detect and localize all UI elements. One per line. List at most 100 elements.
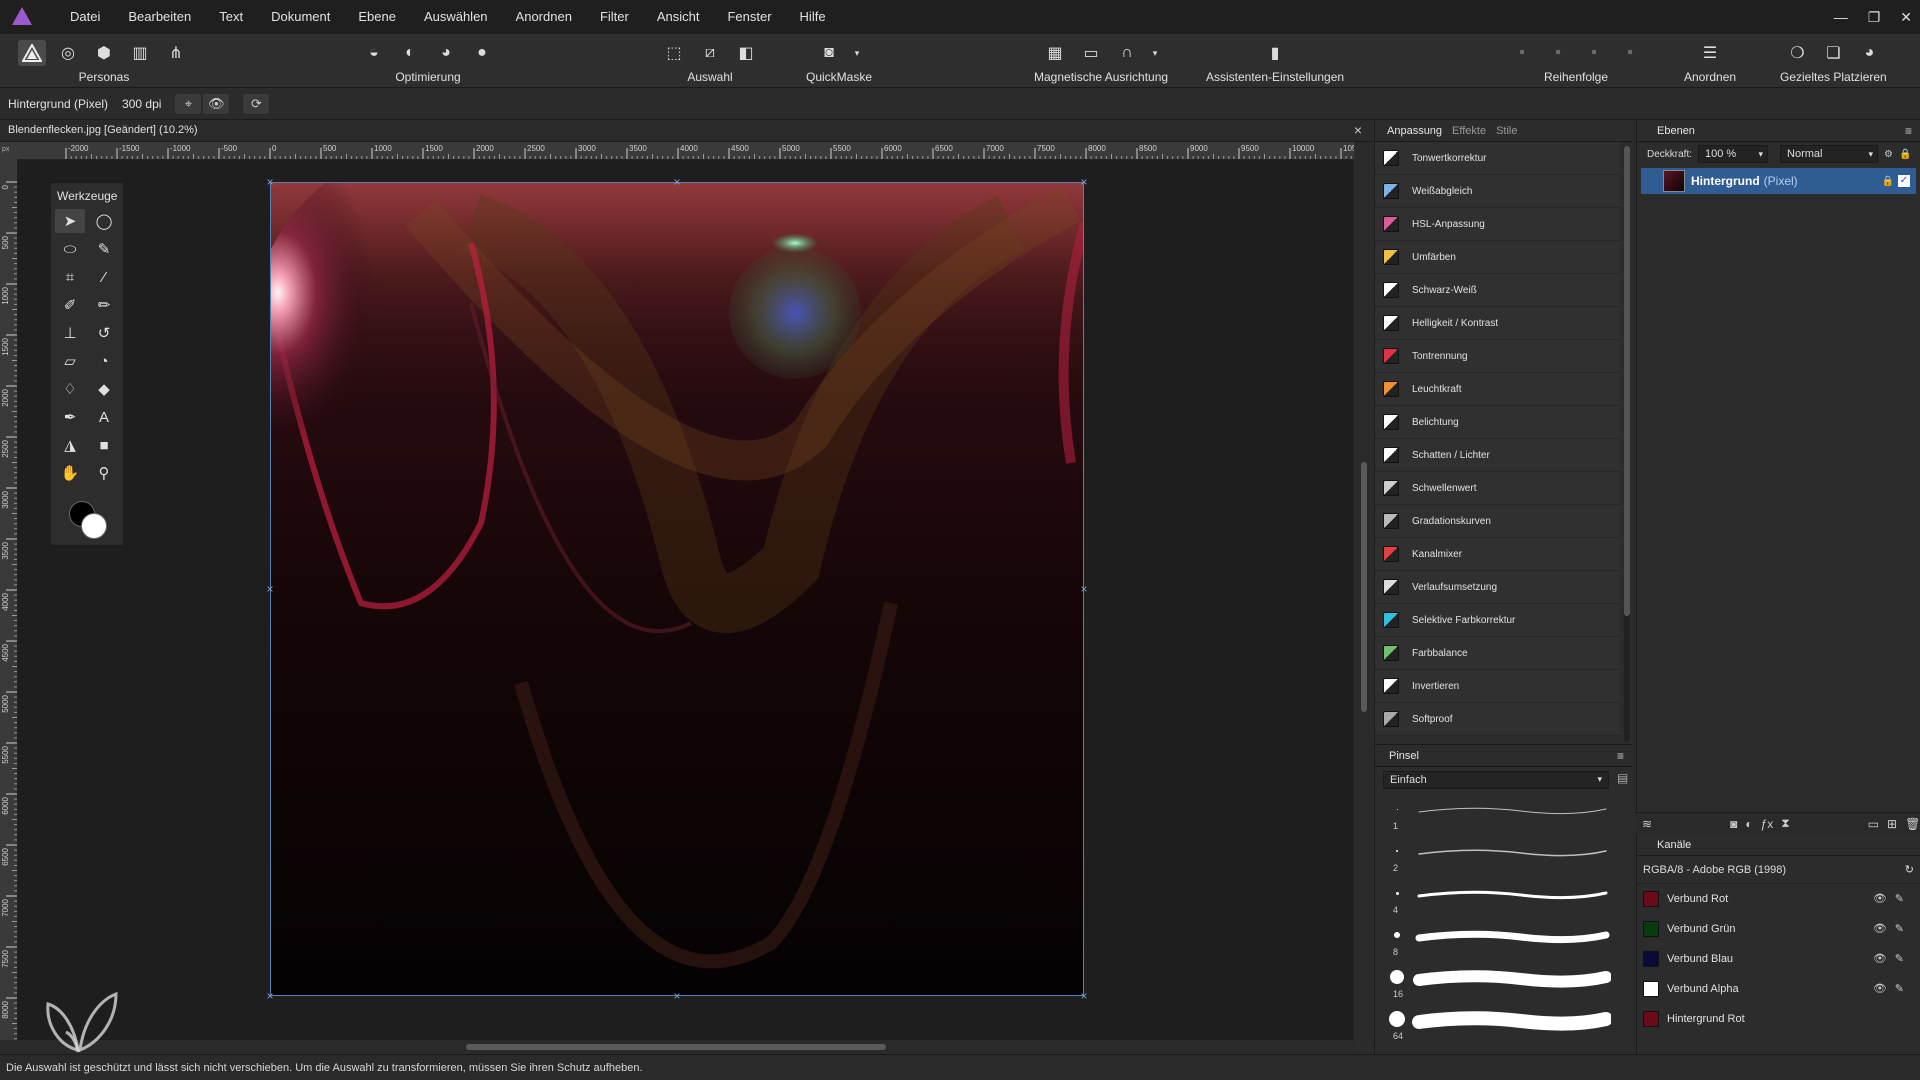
- close-window-icon[interactable]: ✕: [1900, 9, 1912, 26]
- clone-brush-icon[interactable]: ⊥: [55, 321, 85, 345]
- canvas-scrollbar-horizontal[interactable]: [0, 1040, 1356, 1054]
- auto-white-balance-icon[interactable]: ●: [468, 40, 496, 66]
- selection-handle-w[interactable]: ×: [266, 583, 274, 595]
- edit-pen-icon[interactable]: ✎: [1895, 892, 1904, 905]
- brush-list-icon[interactable]: ▤: [1617, 771, 1628, 785]
- adjustment-item[interactable]: Helligkeit / Kontrast: [1375, 307, 1620, 340]
- order-backward-icon[interactable]: ▪: [1544, 40, 1572, 66]
- layer-row-hintergrund[interactable]: Hintergrund (Pixel) 🔒 ✓: [1641, 168, 1916, 194]
- eye-icon[interactable]: 👁: [1873, 892, 1887, 905]
- scroll-thumb-v[interactable]: [1361, 462, 1367, 712]
- menu-filter[interactable]: Filter: [586, 0, 643, 34]
- quickmask-dropdown-icon[interactable]: ▾: [851, 40, 863, 66]
- assistant-icon[interactable]: ▮: [1261, 40, 1289, 66]
- selection-handle-nw[interactable]: ×: [266, 176, 274, 188]
- color-swatches[interactable]: [51, 495, 123, 545]
- adjustment-layer-icon[interactable]: ◐: [1745, 817, 1752, 831]
- document-image[interactable]: [270, 182, 1084, 996]
- canvas-scrollbar-vertical[interactable]: [1356, 142, 1372, 1040]
- adjustment-item[interactable]: Softproof: [1375, 703, 1620, 736]
- snapping-align-icon[interactable]: ▭: [1077, 40, 1105, 66]
- eye-icon[interactable]: 👁: [1873, 922, 1887, 935]
- selection-handle-s[interactable]: ×: [673, 990, 681, 1002]
- adjustment-item[interactable]: Farbbalance: [1375, 637, 1620, 670]
- menu-ansicht[interactable]: Ansicht: [643, 0, 714, 34]
- menu-fenster[interactable]: Fenster: [713, 0, 785, 34]
- selection-handle-ne[interactable]: ×: [1080, 176, 1088, 188]
- close-document-icon[interactable]: ×: [1354, 122, 1362, 138]
- scroll-thumb-h[interactable]: [466, 1044, 886, 1050]
- adjustment-item[interactable]: Kanalmixer: [1375, 538, 1620, 571]
- edit-pen-icon[interactable]: ✎: [1895, 982, 1904, 995]
- brush-preset[interactable]: 64: [1375, 1007, 1632, 1049]
- smudge-icon[interactable]: ♢: [55, 377, 85, 401]
- secondary-color-swatch[interactable]: [81, 513, 107, 539]
- blur-brush-icon[interactable]: ◆: [89, 377, 119, 401]
- adjustments-scroll-thumb[interactable]: [1624, 146, 1630, 616]
- tab-stile[interactable]: Stile: [1496, 125, 1517, 137]
- order-back-icon[interactable]: ▪: [1508, 40, 1536, 66]
- opacity-field[interactable]: 100 % ▾: [1698, 145, 1769, 163]
- hide-selection-icon[interactable]: 👁: [203, 93, 230, 114]
- snapping-grid-icon[interactable]: ▦: [1041, 40, 1069, 66]
- restore-icon[interactable]: ❐: [1868, 9, 1881, 26]
- adjustment-item[interactable]: Tontrennung: [1375, 340, 1620, 373]
- eraser-icon[interactable]: ▱: [55, 349, 85, 373]
- menu-bearbeiten[interactable]: Bearbeiten: [114, 0, 205, 34]
- magnet-icon[interactable]: ∩: [1113, 40, 1141, 66]
- mask-layer-icon[interactable]: ◙: [1730, 817, 1737, 831]
- menu-ebene[interactable]: Ebene: [344, 0, 410, 34]
- dodge-brush-icon[interactable]: ◔: [89, 349, 119, 373]
- adjustments-scrollbar[interactable]: [1624, 146, 1630, 742]
- menu-anordnen[interactable]: Anordnen: [502, 0, 586, 34]
- layer-lock-icon[interactable]: 🔒: [1882, 176, 1894, 187]
- order-front-icon[interactable]: ▪: [1616, 40, 1644, 66]
- auto-contrast-icon[interactable]: ◐: [396, 40, 424, 66]
- paint-brush-icon[interactable]: ✐: [55, 293, 85, 317]
- select-all-icon[interactable]: ⬚: [660, 40, 688, 66]
- insert-top-icon[interactable]: ❏: [1819, 40, 1847, 66]
- channel-row[interactable]: Verbund Rot 👁 ✎: [1637, 884, 1920, 914]
- magnet-dropdown-icon[interactable]: ▾: [1149, 40, 1161, 66]
- hand-tool-icon[interactable]: ✋: [55, 461, 85, 485]
- adjustment-item[interactable]: Gradationskurven: [1375, 505, 1620, 538]
- transform-origin-icon[interactable]: ⌖: [175, 93, 202, 114]
- adjustment-item[interactable]: Schatten / Lichter: [1375, 439, 1620, 472]
- liquify-persona-icon[interactable]: ◎: [54, 40, 82, 66]
- selection-handle-se[interactable]: ×: [1080, 990, 1088, 1002]
- color-picker-icon[interactable]: ⁄: [89, 265, 119, 289]
- brush-category-select[interactable]: Einfach ▾: [1383, 771, 1609, 789]
- layers-stack-icon[interactable]: ≋: [1642, 817, 1652, 831]
- rectangle-tool-icon[interactable]: ■: [89, 433, 119, 457]
- pen-tool-icon[interactable]: ✒: [55, 405, 85, 429]
- brush-panel-menu-icon[interactable]: ≡: [1617, 749, 1624, 763]
- add-layer-icon[interactable]: ⊞: [1887, 817, 1897, 831]
- adjustment-item[interactable]: Belichtung: [1375, 406, 1620, 439]
- group-folder-icon[interactable]: ▭: [1868, 817, 1879, 831]
- freehand-selection-icon[interactable]: ⬭: [55, 237, 85, 261]
- photo-persona-icon[interactable]: [18, 40, 46, 66]
- adjustment-item[interactable]: Leuchtkraft: [1375, 373, 1620, 406]
- adjustment-item[interactable]: Schwellenwert: [1375, 472, 1620, 505]
- deselect-icon[interactable]: ⧄: [696, 40, 724, 66]
- align-icon[interactable]: ☰: [1696, 40, 1724, 66]
- brush-preset[interactable]: 1: [1375, 797, 1632, 839]
- develop-persona-icon[interactable]: ⬢: [90, 40, 118, 66]
- adjustment-item[interactable]: Umfärben: [1375, 241, 1620, 274]
- auto-levels-icon[interactable]: ◒: [360, 40, 388, 66]
- brush-preset[interactable]: 2: [1375, 839, 1632, 881]
- adjustment-item[interactable]: Schwarz-Weiß: [1375, 274, 1620, 307]
- tab-kanaele[interactable]: Kanäle: [1657, 839, 1691, 851]
- channel-row[interactable]: Verbund Alpha 👁 ✎: [1637, 974, 1920, 1004]
- tab-pinsel[interactable]: Pinsel: [1389, 750, 1419, 762]
- menu-auswaehlen[interactable]: Auswählen: [410, 0, 502, 34]
- brush-preset[interactable]: 16: [1375, 965, 1632, 1007]
- adjustment-item[interactable]: Invertieren: [1375, 670, 1620, 703]
- channel-row[interactable]: Verbund Blau 👁 ✎: [1637, 944, 1920, 974]
- order-forward-icon[interactable]: ▪: [1580, 40, 1608, 66]
- channel-row[interactable]: Hintergrund Rot: [1637, 1004, 1920, 1034]
- edit-pen-icon[interactable]: ✎: [1895, 952, 1904, 965]
- blend-mode-select[interactable]: Normal ▾: [1780, 145, 1879, 163]
- tab-anpassung[interactable]: Anpassung: [1387, 125, 1442, 137]
- document-tab[interactable]: Blendenflecken.jpg [Geändert] (10.2%) ×: [0, 120, 1372, 142]
